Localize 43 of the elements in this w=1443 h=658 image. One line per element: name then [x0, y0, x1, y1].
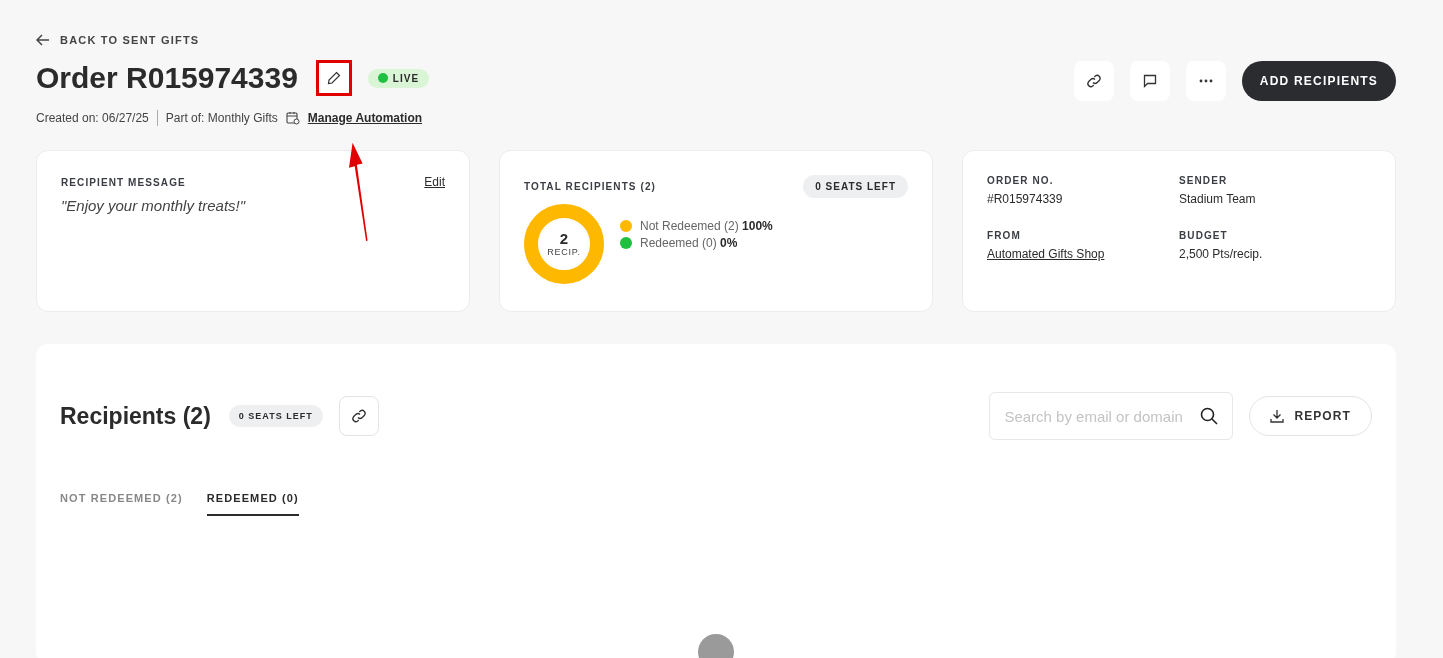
- add-recipients-button[interactable]: ADD RECIPIENTS: [1241, 61, 1396, 101]
- legend-label: Not Redeemed (2) 100%: [640, 218, 773, 233]
- order-title: Order R015974339: [36, 61, 298, 95]
- recipient-message: "Enjoy your monthly treats!": [61, 197, 247, 214]
- download-icon: [1270, 409, 1285, 423]
- filter-tab[interactable]: NOT REDEEMED (2): [60, 492, 183, 516]
- donut-label: RECIP.: [547, 247, 581, 258]
- pencil-icon: [326, 71, 341, 85]
- arrow-left-icon: [36, 34, 50, 46]
- calendar-refresh-icon: [285, 111, 300, 125]
- field-label: BUDGET: [1179, 230, 1229, 241]
- card-heading: RECIPIENT MESSAGE: [61, 176, 186, 188]
- seats-badge: 0 SEATS LEFT: [803, 175, 908, 198]
- field-value: Stadium Team: [1179, 192, 1257, 206]
- part-of-text: Part of: Monthly Gifts: [165, 111, 278, 125]
- link-button[interactable]: [338, 396, 379, 436]
- filter-tab[interactable]: REDEEMED (0): [206, 492, 299, 516]
- field-label: ORDER NO.: [987, 175, 1055, 186]
- comment-icon: [1141, 73, 1158, 89]
- edit-link[interactable]: Edit: [424, 175, 445, 189]
- back-link[interactable]: BACK TO SENT GIFTS: [36, 34, 200, 46]
- link-icon: [350, 408, 367, 424]
- field-label: SENDER: [1179, 175, 1229, 186]
- more-icon: [1197, 79, 1214, 83]
- manage-automation-link[interactable]: Manage Automation: [307, 111, 423, 125]
- status-label: LIVE: [392, 72, 420, 84]
- legend-label: Redeemed (0) 0%: [640, 235, 738, 250]
- field-label: FROM: [987, 230, 1022, 241]
- field-value: 2,500 Pts/recip.: [1179, 247, 1264, 261]
- recipients-title: Recipients (2): [60, 402, 211, 430]
- link-button[interactable]: [1073, 61, 1114, 101]
- created-date: Created on: 06/27/25: [36, 111, 149, 125]
- link-icon: [1085, 73, 1102, 89]
- seats-badge: 0 SEATS LEFT: [228, 405, 323, 427]
- search-icon: [1200, 407, 1219, 425]
- donut-count: 2: [559, 230, 569, 248]
- search-field[interactable]: Search by email or domain: [989, 392, 1234, 440]
- field-value: #R015974339: [987, 192, 1064, 206]
- report-button[interactable]: REPORT: [1249, 396, 1372, 436]
- shop-link[interactable]: Automated Gifts Shop: [987, 247, 1179, 261]
- edit-title-button[interactable]: [315, 60, 352, 96]
- card-heading: TOTAL RECIPIENTS (2): [524, 181, 656, 192]
- comment-button[interactable]: [1129, 61, 1170, 101]
